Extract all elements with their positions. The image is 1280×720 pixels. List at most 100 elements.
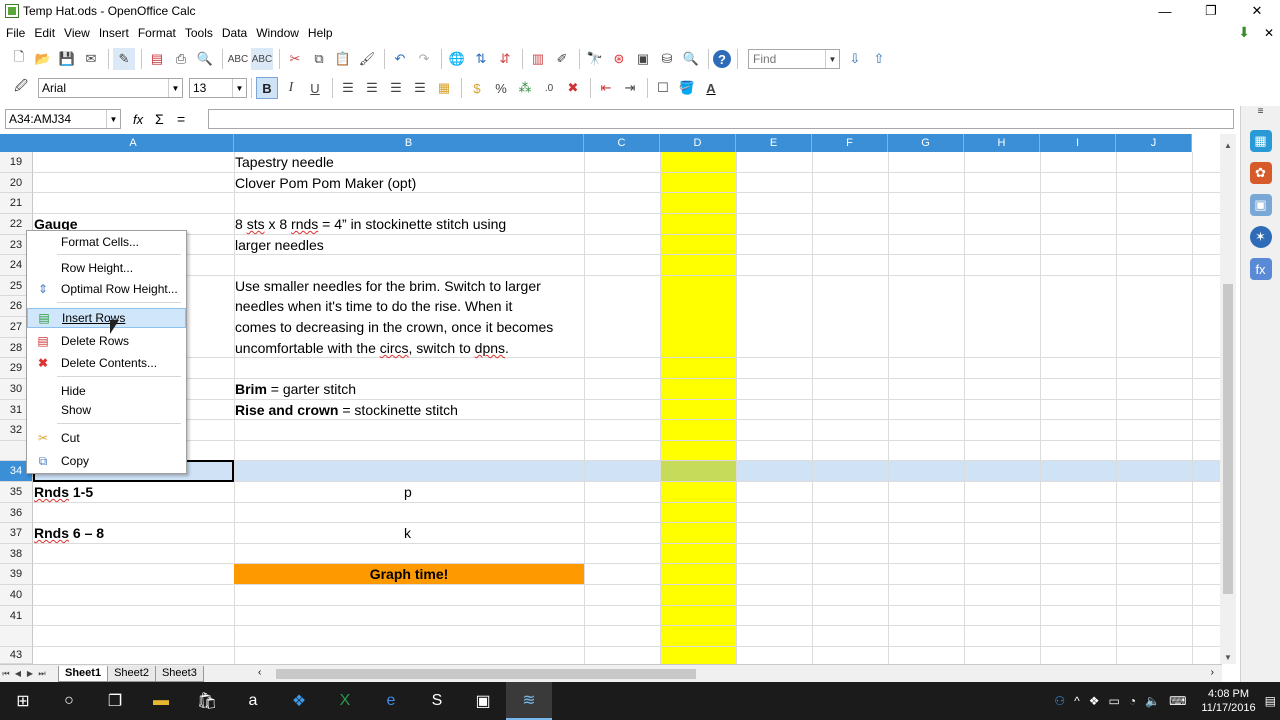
italic-button[interactable]: I xyxy=(280,77,302,99)
background-color-icon[interactable]: 🪣 xyxy=(676,77,698,99)
gallery-icon[interactable]: ▣ xyxy=(632,48,654,70)
cell-b37[interactable]: k xyxy=(404,523,411,543)
close-button[interactable]: ✕ xyxy=(1234,0,1280,22)
restore-button[interactable]: ❐ xyxy=(1188,0,1234,22)
help-icon[interactable]: ? xyxy=(713,50,731,68)
openoffice-calc-taskbar-icon[interactable]: ≋ xyxy=(506,682,552,720)
gallery-icon[interactable]: ▣ xyxy=(1249,194,1272,216)
sheet-tab-3[interactable]: Sheet3 xyxy=(154,665,204,682)
align-right-icon[interactable]: ☰ xyxy=(385,77,407,99)
standard-format-icon[interactable]: ⁂ xyxy=(514,77,536,99)
increase-indent-icon[interactable]: ⇥ xyxy=(619,77,641,99)
column-header-f[interactable]: F xyxy=(812,134,888,152)
context-copy[interactable]: ⧉ Copy xyxy=(27,451,186,471)
cut-icon[interactable]: ✂ xyxy=(284,48,306,70)
menu-format[interactable]: Format xyxy=(135,26,182,40)
keyboard-icon[interactable]: ⌨ xyxy=(1169,694,1186,708)
context-insert-rows[interactable]: ▤ Insert Rows xyxy=(27,308,186,328)
column-header-i[interactable]: I xyxy=(1040,134,1116,152)
align-left-icon[interactable]: ☰ xyxy=(337,77,359,99)
sort-ascending-icon[interactable]: ⇅ xyxy=(470,48,492,70)
menu-tools[interactable]: Tools xyxy=(182,26,219,40)
cell-b30[interactable]: Brim = garter stitch xyxy=(235,379,356,399)
bold-button[interactable]: B xyxy=(256,77,278,99)
context-delete-contents[interactable]: ✖ Delete Contents... xyxy=(27,353,186,373)
context-hide[interactable]: Hide xyxy=(27,381,186,401)
first-sheet-icon[interactable]: ⏮ xyxy=(0,669,12,679)
export-pdf-icon[interactable]: ▤ xyxy=(146,48,168,70)
cortana-search-icon[interactable]: ○ xyxy=(46,682,92,720)
cell-b22[interactable]: 8 sts x 8 rnds = 4” in stockinette stitc… xyxy=(235,214,506,234)
save-icon[interactable]: 💾 xyxy=(56,48,78,70)
vertical-scrollbar[interactable]: ▲ ▼ xyxy=(1220,134,1236,664)
edge-browser-icon[interactable]: e xyxy=(368,682,414,720)
last-sheet-icon[interactable]: ⏭ xyxy=(36,669,48,679)
cell-b26[interactable]: needles when it's time to do the rise. W… xyxy=(235,296,512,316)
clone-formatting-icon[interactable]: 🖌 xyxy=(356,48,378,70)
horizontal-scrollbar[interactable]: ‹ › xyxy=(256,667,1216,681)
row-header-39[interactable]: 39 xyxy=(0,564,33,585)
styles-formatting-icon[interactable]: 🖉 xyxy=(10,77,32,99)
menu-help[interactable]: Help xyxy=(305,26,339,40)
borders-icon[interactable]: ☐ xyxy=(652,77,674,99)
chevron-down-icon[interactable]: ▼ xyxy=(106,110,120,128)
page-preview-icon[interactable]: 🔍 xyxy=(194,48,216,70)
find-next-icon[interactable]: ⇩ xyxy=(844,48,866,70)
email-icon[interactable]: ✉ xyxy=(80,48,102,70)
vertical-scroll-thumb[interactable] xyxy=(1223,284,1233,594)
styles-icon[interactable]: ✿ xyxy=(1249,162,1272,184)
row-header-36[interactable]: 36 xyxy=(0,503,33,523)
select-all-corner[interactable] xyxy=(0,134,33,152)
context-show[interactable]: Show xyxy=(27,400,186,420)
chart-icon[interactable]: ▥ xyxy=(527,48,549,70)
name-box[interactable]: A34:AMJ34 ▼ xyxy=(5,109,121,129)
file-explorer-icon[interactable]: ▬ xyxy=(138,682,184,720)
find-previous-icon[interactable]: ⇧ xyxy=(868,48,890,70)
cell-b25[interactable]: Use smaller needles for the brim. Switch… xyxy=(235,276,541,296)
next-sheet-icon[interactable]: ▶ xyxy=(24,669,36,678)
percent-format-icon[interactable]: % xyxy=(490,77,512,99)
context-format-cells[interactable]: Format Cells... xyxy=(27,232,186,252)
justify-icon[interactable]: ☰ xyxy=(409,77,431,99)
delete-decimal-icon[interactable]: ✖ xyxy=(562,77,584,99)
row-header-43[interactable]: 43 xyxy=(0,647,33,664)
cell-b27[interactable]: comes to decreasing in the crown, once i… xyxy=(235,317,553,337)
chevron-down-icon[interactable]: ▼ xyxy=(168,79,182,97)
chevron-down-icon[interactable]: ▼ xyxy=(232,79,246,97)
scroll-right-icon[interactable]: › xyxy=(1211,667,1214,678)
battery-icon[interactable]: ▭ xyxy=(1109,694,1120,708)
cell-b19[interactable]: Tapestry needle xyxy=(235,152,334,172)
close-document-icon[interactable]: ✕ xyxy=(1264,26,1274,40)
function-button[interactable]: = xyxy=(177,111,197,127)
cell-b23[interactable]: larger needles xyxy=(235,235,324,255)
decrease-indent-icon[interactable]: ⇤ xyxy=(595,77,617,99)
draw-functions-icon[interactable]: ✐ xyxy=(551,48,573,70)
find-input[interactable]: Find ▼ xyxy=(748,49,840,69)
column-header-j[interactable]: J xyxy=(1116,134,1192,152)
dropbox-tray-icon[interactable]: ❖ xyxy=(1089,694,1100,708)
new-document-icon[interactable]: 🗋 xyxy=(8,48,30,70)
copy-icon[interactable]: ⧉ xyxy=(308,48,330,70)
chevron-down-icon[interactable]: ▼ xyxy=(825,50,839,68)
row-header-20[interactable]: 20 xyxy=(0,173,33,193)
camtasia-icon[interactable]: S xyxy=(414,682,460,720)
task-view-icon[interactable]: ❐ xyxy=(92,682,138,720)
merge-cells-icon[interactable]: ▦ xyxy=(433,77,455,99)
function-wizard-button[interactable]: fx xyxy=(133,112,155,127)
menu-window[interactable]: Window xyxy=(253,26,305,40)
horizontal-scroll-thumb[interactable] xyxy=(276,669,696,679)
cell-a35[interactable]: Rnds 1-5 xyxy=(34,482,93,502)
people-icon[interactable]: ⚇ xyxy=(1054,694,1065,708)
column-header-b[interactable]: B xyxy=(234,134,584,152)
column-header-c[interactable]: C xyxy=(584,134,660,152)
recorder-icon[interactable]: ▣ xyxy=(460,682,506,720)
scroll-down-icon[interactable]: ▼ xyxy=(1220,650,1236,664)
data-sources-icon[interactable]: ⛁ xyxy=(656,48,678,70)
row-header-38[interactable]: 38 xyxy=(0,544,33,564)
font-color-icon[interactable]: A xyxy=(700,77,722,99)
amazon-icon[interactable]: a xyxy=(230,682,276,720)
context-row-height[interactable]: Row Height... xyxy=(27,258,186,278)
context-delete-rows[interactable]: ▤ Delete Rows xyxy=(27,331,186,351)
show-hidden-icons-icon[interactable]: ^ xyxy=(1074,694,1080,708)
navigator-icon[interactable]: ⊛ xyxy=(608,48,630,70)
